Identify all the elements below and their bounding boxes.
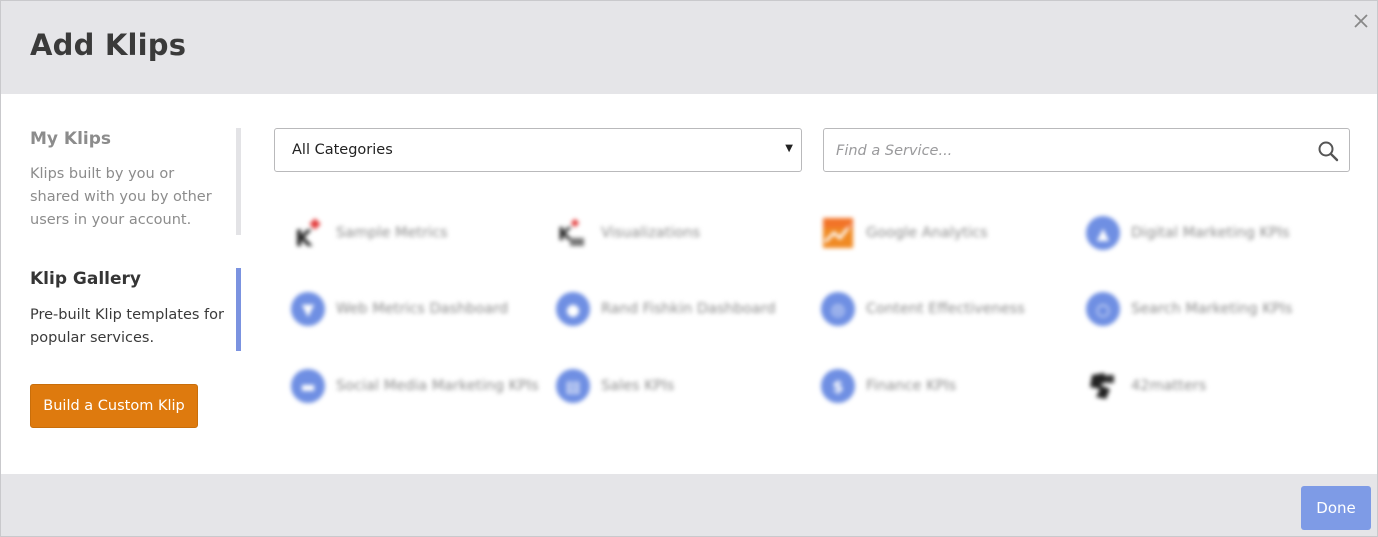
- sidebar-item-my-klips[interactable]: My Klips Klips built by you or shared wi…: [30, 128, 241, 235]
- gallery-item[interactable]: $ Finance KPIs: [821, 366, 1071, 406]
- my-klips-indicator: [236, 128, 241, 235]
- gallery-item[interactable]: ▲ Digital Marketing KPIs: [1086, 213, 1336, 253]
- gallery-item-label: Sales KPIs: [601, 378, 675, 394]
- gallery-item[interactable]: ◎ Content Effectiveness: [821, 289, 1071, 329]
- google-analytics-icon: [821, 216, 855, 250]
- target-circle-icon: ◎: [821, 292, 855, 326]
- gallery-item-label: Content Effectiveness: [866, 301, 1025, 317]
- social-circle-icon: ▬: [291, 369, 325, 403]
- my-klips-description: Klips built by you or shared with you by…: [30, 166, 212, 228]
- category-select[interactable]: All Categories ▼: [274, 128, 802, 172]
- gallery-item[interactable]: K Sample Metrics: [291, 213, 541, 253]
- dialog-footer: [1, 474, 1377, 536]
- dialog-header: Add Klips: [1, 1, 1377, 94]
- dialog-title: Add Klips: [30, 28, 187, 62]
- gallery-item-label: Google Analytics: [866, 225, 988, 241]
- my-klips-heading: My Klips: [30, 129, 112, 149]
- close-icon[interactable]: [1350, 10, 1372, 32]
- service-search: [823, 128, 1350, 172]
- build-custom-klip-button[interactable]: Build a Custom Klip: [30, 384, 198, 428]
- gallery-item-label: Web Metrics Dashboard: [336, 301, 509, 317]
- gallery-item-label: Search Marketing KPIs: [1131, 301, 1293, 317]
- 42matters-logo-icon: [1086, 369, 1120, 403]
- gallery-item-label: 42matters: [1131, 378, 1207, 394]
- gallery-item[interactable]: Google Analytics: [821, 213, 1071, 253]
- gallery-item-label: Finance KPIs: [866, 378, 957, 394]
- done-button[interactable]: Done: [1301, 486, 1371, 530]
- search-icon[interactable]: [1317, 140, 1339, 162]
- gallery-item[interactable]: ○ Search Marketing KPIs: [1086, 289, 1336, 329]
- klip-gallery-heading: Klip Gallery: [30, 269, 141, 289]
- gallery-item-label: Digital Marketing KPIs: [1131, 225, 1290, 241]
- chart-circle-icon: ▲: [1086, 216, 1120, 250]
- sidebar: My Klips Klips built by you or shared wi…: [1, 94, 246, 474]
- klipfolio-viz-icon: K: [556, 216, 590, 250]
- gallery-item[interactable]: 42matters: [1086, 366, 1336, 406]
- document-circle-icon: ▤: [556, 369, 590, 403]
- klip-gallery-description: Pre-built Klip templates for popular ser…: [30, 307, 224, 346]
- service-gallery: K Sample Metrics K Visualizations Google…: [291, 211, 1351, 431]
- gallery-item-label: Sample Metrics: [336, 225, 448, 241]
- gallery-item-label: Social Media Marketing KPIs: [336, 378, 539, 394]
- klipfolio-logo-icon: K: [291, 216, 325, 252]
- klip-gallery-active-indicator: [236, 268, 241, 351]
- sidebar-item-klip-gallery[interactable]: Klip Gallery Pre-built Klip templates fo…: [30, 268, 241, 351]
- gallery-item[interactable]: ▬ Social Media Marketing KPIs: [291, 366, 541, 406]
- gallery-item[interactable]: ▼ Web Metrics Dashboard: [291, 289, 541, 329]
- svg-text:K: K: [295, 227, 313, 250]
- gallery-item[interactable]: ● Rand Fishkin Dashboard: [556, 289, 806, 329]
- dollar-circle-icon: $: [821, 369, 855, 403]
- search-circle-icon: ○: [1086, 292, 1120, 326]
- caret-down-icon: ▼: [785, 143, 793, 154]
- gallery-item-label: Visualizations: [601, 225, 701, 241]
- add-klips-dialog: Add Klips My Klips Klips built by you or…: [0, 0, 1378, 537]
- search-input[interactable]: [836, 139, 1306, 163]
- gallery-item[interactable]: ▤ Sales KPIs: [556, 366, 806, 406]
- person-circle-icon: ●: [556, 292, 590, 326]
- gallery-item[interactable]: K Visualizations: [556, 213, 806, 253]
- category-selected-value: All Categories: [292, 142, 393, 158]
- funnel-circle-icon: ▼: [291, 292, 325, 326]
- gallery-item-label: Rand Fishkin Dashboard: [601, 301, 776, 317]
